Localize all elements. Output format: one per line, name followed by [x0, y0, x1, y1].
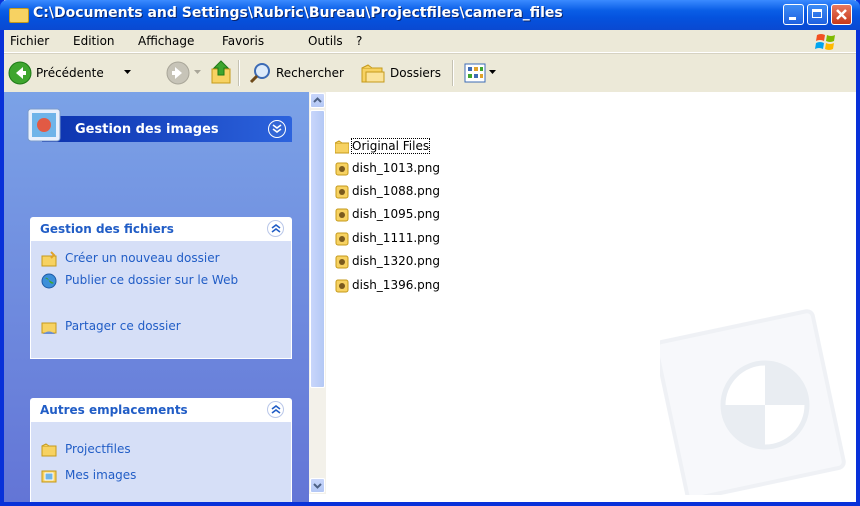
search-icon[interactable] [248, 61, 272, 85]
scroll-thumb[interactable] [310, 110, 325, 388]
forward-arrow-icon[interactable] [166, 61, 190, 85]
close-icon [836, 9, 847, 20]
file-item-name: dish_1111.png [352, 231, 441, 245]
pictures-watermark-icon [660, 309, 846, 495]
place-projectfiles-label: Projectfiles [65, 442, 131, 456]
close-button[interactable] [831, 4, 852, 25]
menu-outils[interactable]: Outils [308, 34, 343, 48]
png-file-icon [335, 232, 349, 246]
images-panel-title: Gestion des images [75, 122, 219, 137]
png-file-icon [335, 185, 349, 199]
vertical-scrollbar[interactable] [309, 92, 326, 494]
minimize-button[interactable] [783, 4, 804, 25]
toolbar: Précédente Rechercher Dossiers [4, 53, 856, 93]
task-publish-web-label: Publier ce dossier sur le Web [65, 273, 239, 287]
globe-icon [41, 273, 57, 289]
images-panel-expand-button[interactable] [268, 120, 286, 138]
file-item-name: dish_1396.png [352, 278, 441, 292]
explorer-window: C:\Documents and Settings\Rubric\Bureau\… [0, 0, 860, 506]
task-new-folder-label: Créer un nouveau dossier [65, 251, 220, 265]
png-file-icon [335, 255, 349, 269]
arrow-down-icon [313, 483, 322, 489]
forward-dropdown-icon[interactable] [194, 70, 201, 75]
folders-icon[interactable] [360, 62, 386, 84]
scroll-up-button[interactable] [310, 93, 325, 108]
scroll-down-button[interactable] [310, 478, 325, 493]
folder-icon [9, 8, 29, 23]
menu-help[interactable]: ? [356, 34, 362, 48]
up-folder-icon[interactable] [210, 59, 234, 85]
maximize-button[interactable] [807, 4, 828, 25]
task-pane: Gestion des images Gestion des fichiers … [4, 92, 309, 502]
file-tasks-collapse-button[interactable] [267, 220, 284, 237]
toolbar-separator [238, 60, 240, 86]
share-folder-icon [41, 322, 57, 334]
other-places-body: Projectfiles Mes images [30, 422, 292, 502]
window-title: C:\Documents and Settings\Rubric\Bureau\… [33, 5, 563, 21]
menu-bar: Fichier Edition Affichage Favoris Outils… [4, 30, 856, 53]
toolbar-separator [452, 60, 454, 86]
views-dropdown-icon[interactable] [489, 70, 496, 75]
my-pictures-icon [41, 470, 57, 483]
file-item-name: dish_1013.png [352, 161, 441, 175]
back-dropdown-icon[interactable] [124, 70, 131, 75]
folders-button-label[interactable]: Dossiers [390, 66, 441, 80]
back-button-label[interactable]: Précédente [36, 66, 104, 80]
file-tasks-body: Créer un nouveau dossier Publier ce doss… [30, 241, 292, 359]
png-file-icon [335, 162, 349, 176]
folder-icon [335, 140, 349, 154]
png-file-icon [335, 279, 349, 293]
menu-fichier[interactable]: Fichier [10, 34, 49, 48]
chevron-down-icon [272, 124, 282, 133]
menu-affichage[interactable]: Affichage [138, 34, 194, 48]
png-file-icon [335, 208, 349, 222]
chevron-up-icon [271, 405, 281, 414]
file-item-name: dish_1095.png [352, 207, 441, 221]
windows-logo-icon [815, 34, 835, 50]
other-places-title: Autres emplacements [40, 403, 188, 417]
search-button-label[interactable]: Rechercher [276, 66, 344, 80]
menu-favoris[interactable]: Favoris [222, 34, 264, 48]
views-icon[interactable] [464, 63, 486, 83]
other-places-collapse-button[interactable] [267, 401, 284, 418]
title-bar[interactable]: C:\Documents and Settings\Rubric\Bureau\… [0, 0, 860, 30]
file-item-name: dish_1088.png [352, 184, 441, 198]
pictures-icon [27, 108, 61, 142]
file-item-name: dish_1320.png [352, 254, 441, 268]
back-arrow-icon[interactable] [8, 61, 32, 85]
other-places-header[interactable]: Autres emplacements [30, 398, 292, 422]
folder-item-name: Original Files [350, 138, 431, 154]
folder-icon [41, 443, 57, 457]
images-panel-header[interactable]: Gestion des images [26, 107, 292, 147]
task-share-folder-label: Partager ce dossier [65, 319, 181, 333]
place-my-pictures-label: Mes images [65, 468, 137, 482]
file-tasks-title: Gestion des fichiers [40, 222, 174, 236]
chevron-up-icon [271, 224, 281, 233]
file-tasks-header[interactable]: Gestion des fichiers [30, 217, 292, 241]
menu-edition[interactable]: Edition [73, 34, 115, 48]
arrow-up-icon [313, 97, 322, 103]
new-folder-icon [41, 251, 57, 267]
